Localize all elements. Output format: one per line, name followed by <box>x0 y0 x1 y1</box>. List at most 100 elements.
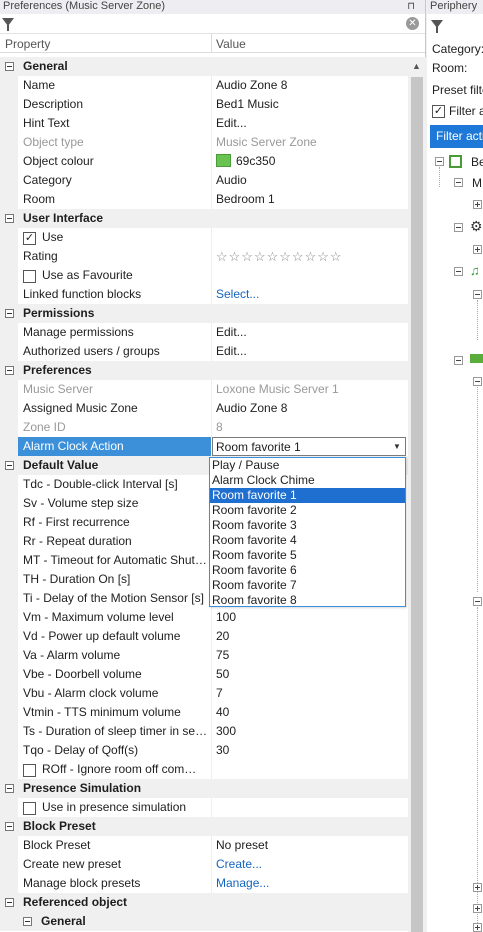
section-general[interactable]: General <box>0 57 408 76</box>
collapse-icon[interactable] <box>5 784 14 793</box>
row-object-colour[interactable]: Object colour 69c350 <box>0 152 408 171</box>
property-value[interactable]: No preset <box>216 838 406 852</box>
use-checkbox[interactable]: ✓ <box>23 232 36 245</box>
tree-collapse-icon[interactable] <box>473 597 482 606</box>
clear-filter-icon[interactable]: ✕ <box>406 17 419 30</box>
row-favourite[interactable]: Use as Favourite <box>0 266 408 285</box>
favourite-checkbox[interactable] <box>23 270 36 283</box>
row-presence[interactable]: Use in presence simulation <box>0 798 408 817</box>
property-value[interactable]: Audio <box>216 173 406 187</box>
property-value[interactable]: 75 <box>216 648 406 662</box>
tree-node-label[interactable]: M <box>472 176 482 190</box>
row-room[interactable]: Room Bedroom 1 <box>0 190 408 209</box>
section-block-preset[interactable]: Block Preset <box>0 817 408 836</box>
row-default[interactable]: Tqo - Delay of Qoff(s) 30 <box>0 741 408 760</box>
row-roff[interactable]: ROff - Ignore room off commands <box>0 760 408 779</box>
row-default[interactable]: Vtmin - TTS minimum volume 40 <box>0 703 408 722</box>
create-preset-link[interactable]: Create... <box>216 857 406 871</box>
row-default[interactable]: Vm - Maximum volume level 100 <box>0 608 408 627</box>
presence-checkbox[interactable] <box>23 802 36 815</box>
collapse-icon[interactable] <box>5 366 14 375</box>
row-manage-presets[interactable]: Manage block presets Manage... <box>0 874 408 893</box>
tree-collapse-icon[interactable] <box>435 157 444 166</box>
property-value[interactable]: 100 <box>216 610 406 624</box>
row-authorized-users[interactable]: Authorized users / groups Edit... <box>0 342 408 361</box>
edit-hint-link[interactable]: Edit... <box>216 116 406 130</box>
row-description[interactable]: Description Bed1 Music <box>0 95 408 114</box>
dropdown-option[interactable]: Room favorite 6 <box>210 563 405 578</box>
section-presence-simulation[interactable]: Presence Simulation <box>0 779 408 798</box>
dropdown-option[interactable]: Play / Pause <box>210 458 405 473</box>
select-link[interactable]: Select... <box>216 287 406 301</box>
row-default[interactable]: Vbu - Alarm clock volume 7 <box>0 684 408 703</box>
roff-checkbox[interactable] <box>23 764 36 777</box>
collapse-icon[interactable] <box>5 62 14 71</box>
tree-collapse-icon[interactable] <box>454 178 463 187</box>
tree-expand-icon[interactable] <box>473 245 482 254</box>
property-filter-bar[interactable]: ✕ <box>0 14 425 34</box>
row-use[interactable]: ✓ Use <box>0 228 408 247</box>
rating-stars[interactable]: ☆☆☆☆☆☆☆☆☆☆ <box>216 249 406 265</box>
colour-swatch[interactable] <box>216 154 231 167</box>
dropdown-option[interactable]: Room favorite 8 <box>210 593 405 608</box>
row-hint-text[interactable]: Hint Text Edit... <box>0 114 408 133</box>
row-default[interactable]: Ts - Duration of sleep timer in seconds 3… <box>0 722 408 741</box>
tree-collapse-icon[interactable] <box>454 223 463 232</box>
section-permissions[interactable]: Permissions <box>0 304 408 323</box>
property-value[interactable]: Bedroom 1 <box>216 192 406 206</box>
edit-permissions-link[interactable]: Edit... <box>216 325 406 339</box>
dropdown-option[interactable]: Room favorite 3 <box>210 518 405 533</box>
property-value[interactable]: 7 <box>216 686 406 700</box>
tree-collapse-icon[interactable] <box>454 267 463 276</box>
alarm-action-dropdown-list[interactable]: Play / Pause Alarm Clock Chime Room favo… <box>209 457 406 607</box>
section-preferences[interactable]: Preferences <box>0 361 408 380</box>
tree-expand-icon[interactable] <box>473 904 482 913</box>
dropdown-option-selected[interactable]: Room favorite 1 <box>210 488 405 503</box>
row-name[interactable]: Name Audio Zone 8 <box>0 76 408 95</box>
filter-active-banner[interactable]: Filter activ <box>430 125 483 148</box>
column-divider[interactable] <box>211 34 212 53</box>
property-value[interactable]: Audio Zone 8 <box>216 401 406 415</box>
property-value[interactable]: 50 <box>216 667 406 681</box>
property-value[interactable]: 300 <box>216 724 406 738</box>
scrollbar-thumb[interactable] <box>411 77 423 932</box>
tree-collapse-icon[interactable] <box>473 290 482 299</box>
property-column-header[interactable]: Property <box>5 37 50 51</box>
row-alarm-clock-action[interactable]: Alarm Clock Action Room favorite 1 ▼ <box>0 437 408 456</box>
row-default[interactable]: Vbe - Doorbell volume 50 <box>0 665 408 684</box>
property-value[interactable]: 30 <box>216 743 406 757</box>
row-block-preset[interactable]: Block Preset No preset <box>0 836 408 855</box>
dropdown-option[interactable]: Room favorite 2 <box>210 503 405 518</box>
row-category[interactable]: Category Audio <box>0 171 408 190</box>
manage-presets-link[interactable]: Manage... <box>216 876 406 890</box>
dropdown-option[interactable]: Room favorite 5 <box>210 548 405 563</box>
tree-expand-icon[interactable] <box>473 200 482 209</box>
collapse-icon[interactable] <box>5 822 14 831</box>
collapse-icon[interactable] <box>5 214 14 223</box>
pin-icon[interactable]: ⊓ <box>407 0 415 13</box>
row-manage-permissions[interactable]: Manage permissions Edit... <box>0 323 408 342</box>
tree-collapse-icon[interactable] <box>473 377 482 386</box>
periphery-filter-bar[interactable] <box>427 14 483 36</box>
collapse-icon[interactable] <box>5 309 14 318</box>
filter-checkbox[interactable]: ✓ <box>432 105 445 118</box>
section-user-interface[interactable]: User Interface <box>0 209 408 228</box>
section-referenced-general[interactable]: General <box>0 912 408 931</box>
dropdown-option[interactable]: Room favorite 7 <box>210 578 405 593</box>
row-default[interactable]: Va - Alarm volume 75 <box>0 646 408 665</box>
tree-node-label[interactable]: Be <box>471 155 483 169</box>
tree-expand-icon[interactable] <box>473 883 482 892</box>
row-rating[interactable]: Rating ☆☆☆☆☆☆☆☆☆☆ <box>0 247 408 266</box>
row-default[interactable]: Vd - Power up default volume 20 <box>0 627 408 646</box>
property-value[interactable]: Bed1 Music <box>216 97 406 111</box>
scroll-up-arrow-icon[interactable]: ▲ <box>412 61 421 71</box>
property-value[interactable]: 20 <box>216 629 406 643</box>
property-value[interactable]: Audio Zone 8 <box>216 78 406 92</box>
section-referenced-object[interactable]: Referenced object <box>0 893 408 912</box>
dropdown-option[interactable]: Alarm Clock Chime <box>210 473 405 488</box>
vertical-scrollbar[interactable]: ▲ <box>408 57 426 932</box>
collapse-icon[interactable] <box>23 917 32 926</box>
collapse-icon[interactable] <box>5 898 14 907</box>
row-create-preset[interactable]: Create new preset Create... <box>0 855 408 874</box>
dropdown-option[interactable]: Room favorite 4 <box>210 533 405 548</box>
